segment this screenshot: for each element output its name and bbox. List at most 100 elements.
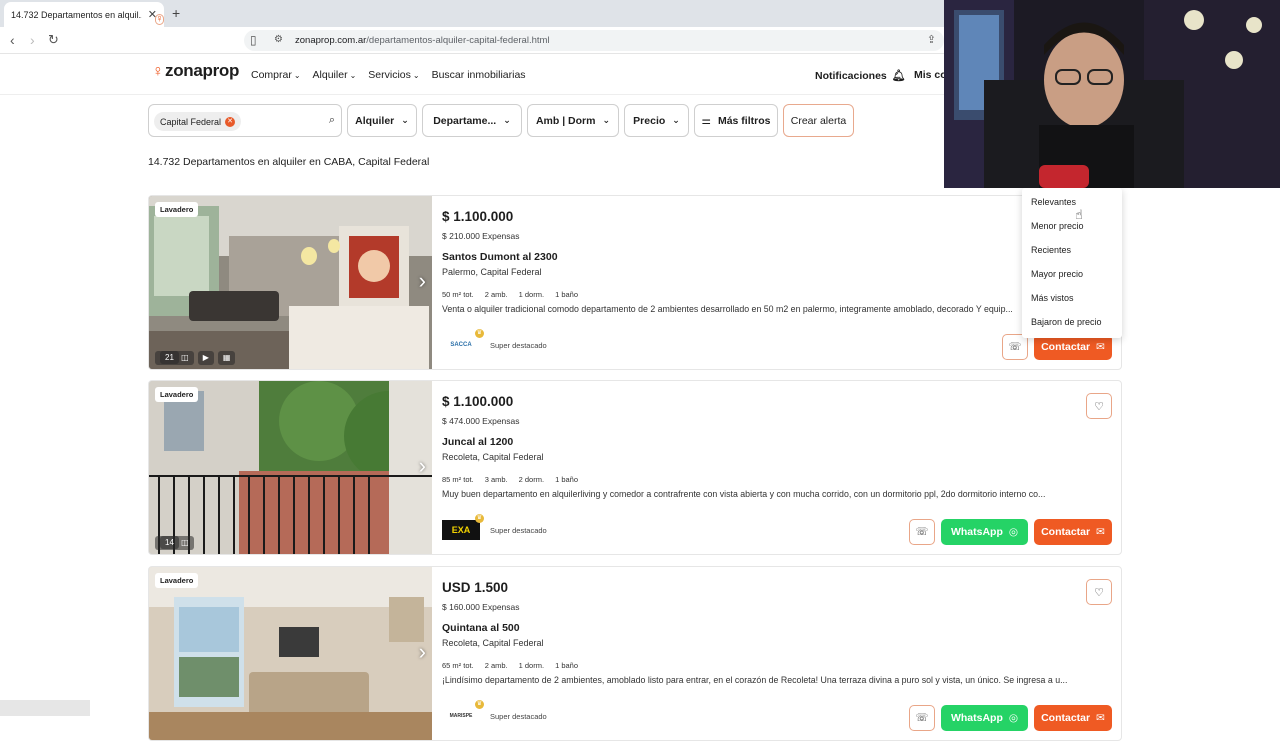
next-photo-icon[interactable]: ›: [419, 270, 426, 292]
listing-card[interactable]: Lavadero › 14 ◫ $ 1.100.000 $ 474.000 Ex…: [148, 380, 1122, 555]
listing-badge: Lavadero: [155, 202, 199, 217]
living-room-photo: [149, 196, 432, 369]
whatsapp-button[interactable]: WhatsApp ◎: [941, 705, 1028, 731]
rooms-dropdown[interactable]: Amb | Dorm ⌄: [527, 104, 619, 137]
listing-photo[interactable]: Lavadero › 21 ◫ ▶ ▦: [149, 196, 432, 369]
listing-description[interactable]: Venta o alquiler tradicional comodo depa…: [442, 304, 1072, 314]
logo-pin-icon: ♀: [152, 63, 164, 80]
listing-tier: Super destacado: [490, 526, 547, 535]
more-filters-button[interactable]: ⚌ Más filtros: [694, 104, 778, 137]
listing-expenses: $ 474.000 Expensas: [442, 416, 520, 426]
property-type-dropdown[interactable]: Departame... ⌄: [422, 104, 522, 137]
notifications-link[interactable]: Notificaciones 🔔︎: [815, 69, 906, 83]
publisher-logo[interactable]: SACCA ♛: [442, 329, 484, 355]
account-link[interactable]: Mis co: [914, 69, 947, 81]
listing-address[interactable]: Quintana al 500: [442, 622, 520, 634]
phone-button[interactable]: ☏: [909, 705, 935, 731]
menu-alquiler[interactable]: Alquiler ⌄: [313, 69, 357, 81]
tab-title: 14.732 Departamentos en alquil...: [11, 9, 142, 20]
menu-buscar-inmobiliarias[interactable]: Buscar inmobiliarias: [432, 69, 526, 81]
publisher-logo[interactable]: MARISPE ♛: [442, 700, 484, 726]
search-icon[interactable]: ⌕: [329, 114, 335, 127]
zonaprop-logo[interactable]: ♀ zonaprop: [152, 61, 239, 81]
operation-dropdown[interactable]: Alquiler ⌄: [347, 104, 417, 137]
next-photo-icon[interactable]: ›: [419, 641, 426, 663]
listing-features: 50 m² tot. 2 amb. 1 dorm. 1 baño: [442, 290, 579, 299]
favorite-heart-icon[interactable]: ♡: [1086, 393, 1112, 419]
remove-chip-icon[interactable]: ✕: [225, 116, 236, 127]
site-settings-icon[interactable]: ⚙: [274, 34, 283, 45]
mail-icon: ✉: [1096, 526, 1105, 538]
listing-photo[interactable]: Lavadero › 14 ◫: [149, 381, 432, 554]
listing-actions: ☏ WhatsApp ◎ Contactar ✉: [909, 519, 1112, 545]
whatsapp-icon: ◎: [1008, 526, 1019, 538]
crown-icon: ♛: [475, 514, 484, 523]
menu-comprar[interactable]: Comprar ⌄: [251, 69, 301, 81]
crown-icon: ♛: [475, 329, 484, 338]
address-bar[interactable]: ▯ ⚙ zonaprop.com.ar/departamentos-alquil…: [244, 30, 944, 51]
forward-icon[interactable]: ›: [30, 32, 35, 48]
create-alert-button[interactable]: Crear alerta: [783, 104, 854, 137]
listing-badge: Lavadero: [155, 387, 199, 402]
logo-text: zonaprop: [165, 61, 240, 80]
contact-button[interactable]: Contactar ✉: [1034, 519, 1112, 545]
video-icon[interactable]: ▶: [197, 351, 214, 365]
listing-price: $ 1.100.000: [442, 394, 514, 409]
balcony-photo: [149, 381, 432, 554]
crown-icon: ♛: [475, 700, 484, 709]
listing-description[interactable]: ¡Lindísimo departamento de 2 ambientes, …: [442, 675, 1072, 685]
back-icon[interactable]: ‹: [10, 32, 15, 48]
sliders-icon: ⚌: [701, 114, 711, 127]
bookmark-icon[interactable]: ▯: [250, 33, 257, 47]
hand-cursor-icon: ☝: [1075, 207, 1083, 222]
sort-option-bajaron-de-precio[interactable]: Bajaron de precio: [1031, 317, 1102, 327]
sort-dropdown-menu: Relevantes Menor precio Recientes Mayor …: [1022, 188, 1122, 338]
share-icon[interactable]: ⇪: [927, 33, 936, 46]
photo-count[interactable]: 21 ◫: [155, 351, 194, 365]
publisher-logo[interactable]: EXA ♛: [442, 514, 484, 540]
listing-photo[interactable]: Lavadero ›: [149, 567, 432, 740]
listing-features: 65 m² tot. 2 amb. 1 dorm. 1 baño: [442, 661, 579, 670]
listing-card[interactable]: Lavadero › USD 1.500 $ 160.000 Expensas …: [148, 566, 1122, 741]
webcam-overlay: [944, 0, 1280, 188]
listing-address[interactable]: Juncal al 1200: [442, 436, 513, 448]
price-dropdown[interactable]: Precio ⌄: [624, 104, 689, 137]
mail-icon: ✉: [1096, 341, 1105, 353]
listing-actions: ☏ WhatsApp ◎ Contactar ✉: [909, 705, 1112, 731]
new-tab-icon[interactable]: +: [172, 6, 180, 20]
listing-description[interactable]: Muy buen departamento en alquilerliving …: [442, 489, 1072, 499]
chevron-down-icon: ⌄: [672, 115, 680, 125]
listing-tier: Super destacado: [490, 341, 547, 350]
floorplan-icon[interactable]: ▦: [217, 351, 236, 365]
listing-card[interactable]: Lavadero › 21 ◫ ▶ ▦ $ 1.100.000 $ 210.00…: [148, 195, 1122, 370]
listing-info: $ 1.100.000 $ 474.000 Expensas Juncal al…: [442, 381, 1112, 554]
location-search-input[interactable]: Capital Federal ✕ ⌕: [148, 104, 342, 137]
next-photo-icon[interactable]: ›: [419, 455, 426, 477]
photo-count[interactable]: 14 ◫: [155, 536, 194, 550]
apartment-photo: [149, 567, 432, 740]
favorite-heart-icon[interactable]: ♡: [1086, 579, 1112, 605]
sort-option-recientes[interactable]: Recientes: [1031, 245, 1071, 255]
bell-icon: 🔔︎: [891, 70, 906, 82]
sort-option-mas-vistos[interactable]: Más vistos: [1031, 293, 1074, 303]
contact-button[interactable]: Contactar ✉: [1034, 705, 1112, 731]
zonaprop-favicon-icon: ♀: [155, 13, 164, 25]
listing-address[interactable]: Santos Dumont al 2300: [442, 251, 558, 263]
phone-icon: ☏: [915, 526, 929, 538]
phone-button[interactable]: ☏: [909, 519, 935, 545]
listing-expenses: $ 160.000 Expensas: [442, 602, 520, 612]
reload-icon[interactable]: ↻: [48, 32, 59, 48]
chevron-down-icon: ⌄: [503, 115, 511, 125]
whatsapp-icon: ◎: [1008, 712, 1019, 724]
browser-tab[interactable]: ♀ 14.732 Departamentos en alquil... ✕: [4, 2, 164, 27]
whatsapp-button[interactable]: WhatsApp ◎: [941, 519, 1028, 545]
phone-icon: ☏: [1008, 341, 1022, 353]
sort-option-mayor-precio[interactable]: Mayor precio: [1031, 269, 1083, 279]
sort-option-relevantes[interactable]: Relevantes: [1031, 197, 1076, 207]
listing-info: USD 1.500 $ 160.000 Expensas Quintana al…: [442, 567, 1112, 740]
listing-neighborhood: Palermo, Capital Federal: [442, 267, 542, 277]
listing-price: $ 1.100.000: [442, 209, 514, 224]
phone-icon: ☏: [915, 712, 929, 724]
listing-neighborhood: Recoleta, Capital Federal: [442, 638, 544, 648]
menu-servicios[interactable]: Servicios ⌄: [368, 69, 419, 81]
